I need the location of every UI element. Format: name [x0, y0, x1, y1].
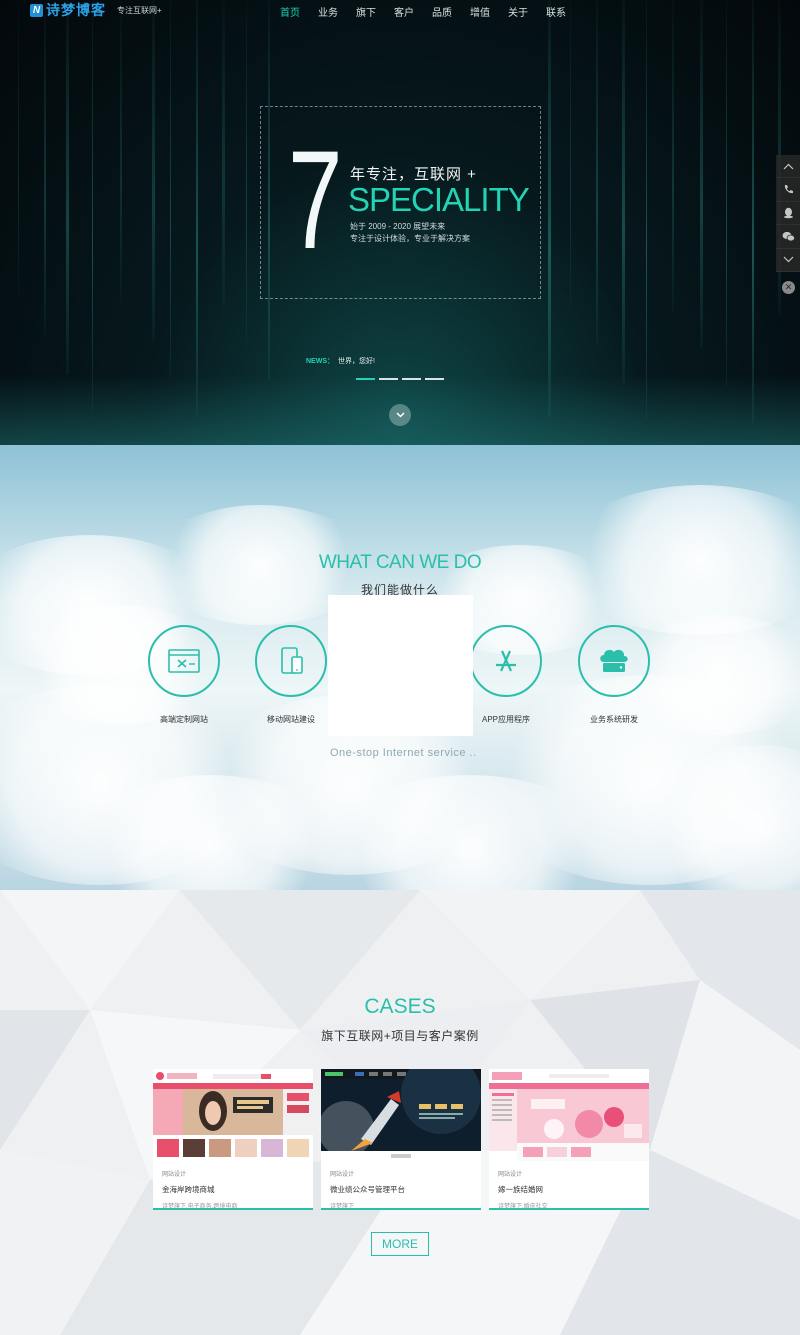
chevron-up-icon	[783, 163, 793, 170]
case-meta: 网站设计 嫁一族结婚网 诗梦旗下,婚庆社交	[489, 1161, 649, 1210]
news-text: 世界，您好!	[338, 358, 375, 365]
nav-item-quality[interactable]: 品质	[432, 2, 470, 19]
case-category: 网站设计	[330, 1172, 355, 1178]
chevron-down-icon	[395, 412, 405, 418]
nav-item-value-added[interactable]: 增值	[470, 2, 508, 19]
wechat-icon	[782, 231, 795, 242]
main-nav: 首页 业务 旗下 客户 品质 增值 关于 联系	[280, 2, 584, 19]
case-category: 网站设计	[498, 1172, 523, 1178]
slide-dot-2[interactable]	[379, 378, 398, 380]
slide-dot-1[interactable]	[356, 378, 375, 380]
side-toolbar	[776, 155, 800, 272]
cases-section: CASES 旗下互联网+项目与客户案例 网站设计 金海岸跨境商城 诗梦旗下,电子…	[0, 890, 800, 1335]
light-streak	[726, 0, 727, 386]
case-thumbnail	[489, 1069, 649, 1161]
top-header: N 诗梦博客 专注互联网+ 首页 业务 旗下 客户 品质 增值 关于 联系	[0, 0, 800, 22]
light-streak	[170, 0, 171, 377]
case-meta: 网站设计 金海岸跨境商城 诗梦旗下,电子商务,跨境电商	[153, 1161, 313, 1210]
qq-icon	[783, 207, 793, 219]
case-thumbnail	[321, 1069, 481, 1161]
case-title: 嫁一族结婚网	[498, 1185, 543, 1194]
back-to-top-button[interactable]	[776, 155, 800, 179]
light-streak	[44, 0, 46, 337]
case-category: 网站设计	[162, 1172, 187, 1178]
light-streak	[700, 0, 703, 349]
hero-subtitle-2: 专注于设计体验，专业于解决方案	[350, 234, 470, 243]
light-streak	[120, 0, 122, 303]
cases-title-en: CASES	[364, 995, 436, 1018]
service-circle	[255, 625, 327, 697]
hero-subtitle-1: 始于 2009 - 2020 展望未来	[350, 222, 446, 231]
cases-title: 旗下互联网+项目与客户案例	[321, 1029, 479, 1043]
light-streak	[196, 0, 198, 414]
light-streak	[622, 0, 625, 383]
services-section: WHAT CAN WE DO 我们能做什么 高端定制网站 移动网站建设 APP应…	[0, 445, 800, 890]
light-streak	[672, 0, 674, 312]
wechat-button[interactable]	[776, 225, 800, 249]
service-circle	[578, 625, 650, 697]
slide-indicators	[356, 378, 444, 380]
news-label: NEWS：	[306, 358, 334, 365]
chevron-down-icon	[783, 256, 793, 263]
case-card[interactable]: 网站设计 嫁一族结婚网 诗梦旗下,婚庆社交	[489, 1069, 649, 1210]
nav-item-subsidiaries[interactable]: 旗下	[356, 2, 394, 19]
app-store-icon	[496, 650, 516, 672]
case-title: 金海岸跨境商城	[162, 1185, 215, 1194]
close-icon: ✕	[784, 282, 793, 292]
qq-button[interactable]	[776, 202, 800, 226]
light-streak	[596, 0, 598, 346]
nav-item-clients[interactable]: 客户	[394, 2, 432, 19]
service-circle	[148, 625, 220, 697]
logo-icon: N	[30, 3, 43, 17]
more-cases-button[interactable]: MORE	[371, 1232, 429, 1256]
hero-years-number: 7	[288, 121, 343, 278]
light-streak	[548, 0, 551, 417]
nav-item-home[interactable]: 首页	[280, 2, 318, 19]
service-circle	[470, 625, 542, 697]
scroll-bottom-button[interactable]	[776, 249, 800, 272]
logo-text: 诗梦博客	[46, 2, 106, 18]
nav-item-about[interactable]: 关于	[508, 2, 546, 19]
phone-button[interactable]	[776, 178, 800, 202]
service-item-placeholder	[328, 595, 473, 736]
case-description: 诗梦旗下,婚庆社交	[498, 1204, 548, 1210]
case-title: 微业绩公众号管理平台	[330, 1185, 405, 1194]
case-description: 诗梦旗下,电子商务,跨境电商	[162, 1204, 238, 1210]
website-icon	[168, 649, 200, 673]
slide-dot-4[interactable]	[425, 378, 444, 380]
service-label: 业务系统研发	[590, 715, 638, 724]
news-ticker[interactable]: NEWS： 世界，您好!	[306, 356, 375, 366]
light-streak	[646, 0, 647, 420]
light-streak	[222, 0, 225, 306]
case-thumbnail	[153, 1069, 313, 1161]
light-streak	[246, 0, 247, 343]
service-item-website[interactable]: 高端定制网站	[124, 625, 244, 725]
services-title-en: WHAT CAN WE DO	[318, 552, 482, 573]
service-label: 高端定制网站	[160, 715, 208, 724]
case-card[interactable]: 网站设计 微业绩公众号管理平台 诗梦旗下	[321, 1069, 481, 1210]
hero-headline-en: SPECIALITY	[348, 181, 530, 218]
scroll-down-button[interactable]	[389, 404, 411, 426]
phone-icon	[784, 185, 793, 194]
light-streak	[92, 0, 93, 411]
cloud-server-icon	[600, 649, 628, 672]
light-streak	[18, 0, 19, 300]
light-streak	[152, 0, 155, 340]
service-item-system[interactable]: 业务系统研发	[554, 625, 674, 725]
light-streak	[570, 0, 571, 309]
light-streak	[752, 0, 754, 423]
nav-item-business[interactable]: 业务	[318, 2, 356, 19]
services-tagline: One-stop Internet service ..	[330, 747, 477, 759]
header-slogan: 专注互联网+	[117, 6, 162, 15]
site-logo[interactable]: N 诗梦博客	[30, 0, 106, 20]
side-toolbar-close-button[interactable]: ✕	[782, 281, 795, 294]
nav-item-contact[interactable]: 联系	[546, 2, 584, 19]
hero-banner: N 诗梦博客 专注互联网+ 首页 业务 旗下 客户 品质 增值 关于 联系 7 …	[0, 0, 800, 445]
case-card[interactable]: 网站设计 金海岸跨境商城 诗梦旗下,电子商务,跨境电商	[153, 1069, 313, 1210]
case-meta: 网站设计 微业绩公众号管理平台 诗梦旗下	[321, 1161, 481, 1210]
case-description: 诗梦旗下	[330, 1204, 355, 1210]
slide-dot-3[interactable]	[402, 378, 421, 380]
light-streak	[66, 0, 69, 374]
mobile-icon	[281, 647, 303, 674]
